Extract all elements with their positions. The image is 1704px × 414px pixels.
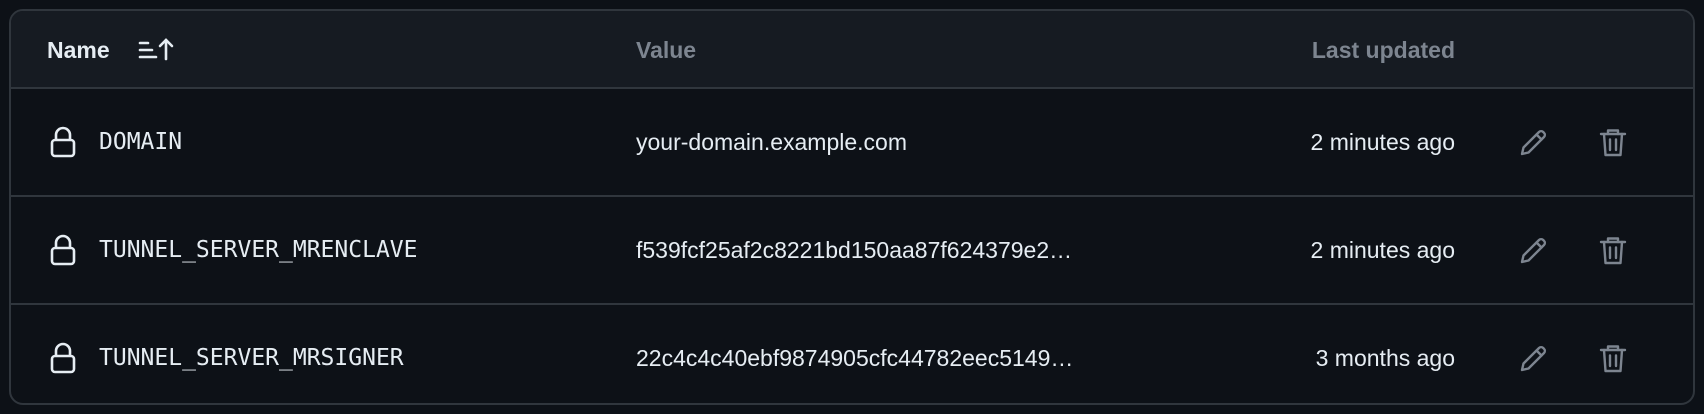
lock-icon <box>49 341 77 375</box>
pencil-icon[interactable] <box>1513 123 1553 163</box>
table-header: Name Value Last updated <box>11 11 1693 89</box>
column-header-value: Value <box>636 37 697 63</box>
variable-name: TUNNEL_SERVER_MRENCLAVE <box>99 237 418 263</box>
lock-icon <box>49 125 77 159</box>
pencil-icon[interactable] <box>1513 339 1553 379</box>
variable-name: TUNNEL_SERVER_MRSIGNER <box>99 345 404 371</box>
variable-value: f539fcf25af2c8221bd150aa87f624379e2… <box>636 237 1073 263</box>
trash-icon[interactable] <box>1593 339 1633 379</box>
column-header-last-updated: Last updated <box>1311 37 1455 63</box>
trash-icon[interactable] <box>1593 231 1633 271</box>
pencil-icon[interactable] <box>1513 231 1553 271</box>
variable-value: your-domain.example.com <box>636 129 908 155</box>
variables-table: Name Value Last updated DOMAIN your-doma… <box>9 9 1695 405</box>
lock-icon <box>49 233 77 267</box>
table-row: TUNNEL_SERVER_MRENCLAVE f539fcf25af2c822… <box>11 197 1693 305</box>
last-updated: 2 minutes ago <box>1310 237 1455 263</box>
variable-name: DOMAIN <box>99 129 183 155</box>
column-header-name[interactable]: Name <box>47 37 110 63</box>
table-row: TUNNEL_SERVER_MRSIGNER 22c4c4c40ebf98749… <box>11 305 1693 403</box>
sort-ascending-icon[interactable] <box>137 35 177 65</box>
last-updated: 2 minutes ago <box>1310 129 1455 155</box>
table-row: DOMAIN your-domain.example.com 2 minutes… <box>11 89 1693 197</box>
trash-icon[interactable] <box>1593 123 1633 163</box>
variable-value: 22c4c4c40ebf9874905cfc44782eec5149… <box>636 345 1074 371</box>
last-updated: 3 months ago <box>1315 345 1455 371</box>
